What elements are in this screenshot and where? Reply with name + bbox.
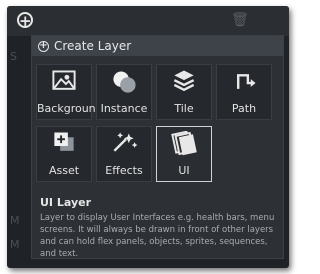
trash-icon[interactable]: 🗑 bbox=[231, 12, 249, 28]
plus-circle-icon: + bbox=[38, 39, 49, 52]
room-editor-toolbar: + 🗑 bbox=[7, 6, 289, 36]
asset-icon bbox=[54, 132, 74, 151]
layer-editor-panel: + 🗑 S M M + Create Layer Background Inst… bbox=[7, 6, 289, 268]
side-label: M bbox=[10, 214, 20, 227]
tile-label: Tile bbox=[174, 102, 194, 115]
side-label: M bbox=[10, 238, 20, 251]
tile-ui[interactable]: UI bbox=[156, 126, 212, 182]
popup-header: + Create Layer bbox=[32, 36, 283, 56]
tile-effects[interactable]: Effects bbox=[96, 126, 152, 182]
image-icon bbox=[52, 70, 76, 90]
add-layer-button[interactable]: + bbox=[17, 12, 33, 29]
tile-label: Effects bbox=[105, 164, 143, 177]
tile-background[interactable]: Background bbox=[36, 64, 103, 120]
layers-icon bbox=[173, 70, 195, 92]
sparkles-icon bbox=[113, 132, 138, 152]
description-text: Layer to display User Interfaces e.g. he… bbox=[40, 213, 275, 259]
circles-icon bbox=[113, 71, 136, 93]
tile-label: Instance bbox=[100, 102, 148, 115]
tile-label: Path bbox=[231, 102, 257, 115]
tile-label: Background bbox=[37, 102, 103, 115]
ui-pages-icon bbox=[171, 131, 197, 156]
description-title: UI Layer bbox=[40, 196, 92, 209]
tile-path[interactable]: Path bbox=[216, 64, 272, 120]
tile-asset[interactable]: Asset bbox=[36, 126, 92, 182]
tile-tile[interactable]: Tile bbox=[156, 64, 212, 120]
tile-label: UI bbox=[178, 164, 190, 177]
create-layer-popup: + Create Layer Background Instance Tile … bbox=[31, 35, 284, 259]
path-icon bbox=[237, 74, 256, 89]
tile-instance[interactable]: Instance bbox=[96, 64, 152, 120]
tile-label: Asset bbox=[48, 164, 80, 177]
side-label: S bbox=[10, 50, 17, 63]
popup-title: Create Layer bbox=[54, 39, 132, 53]
